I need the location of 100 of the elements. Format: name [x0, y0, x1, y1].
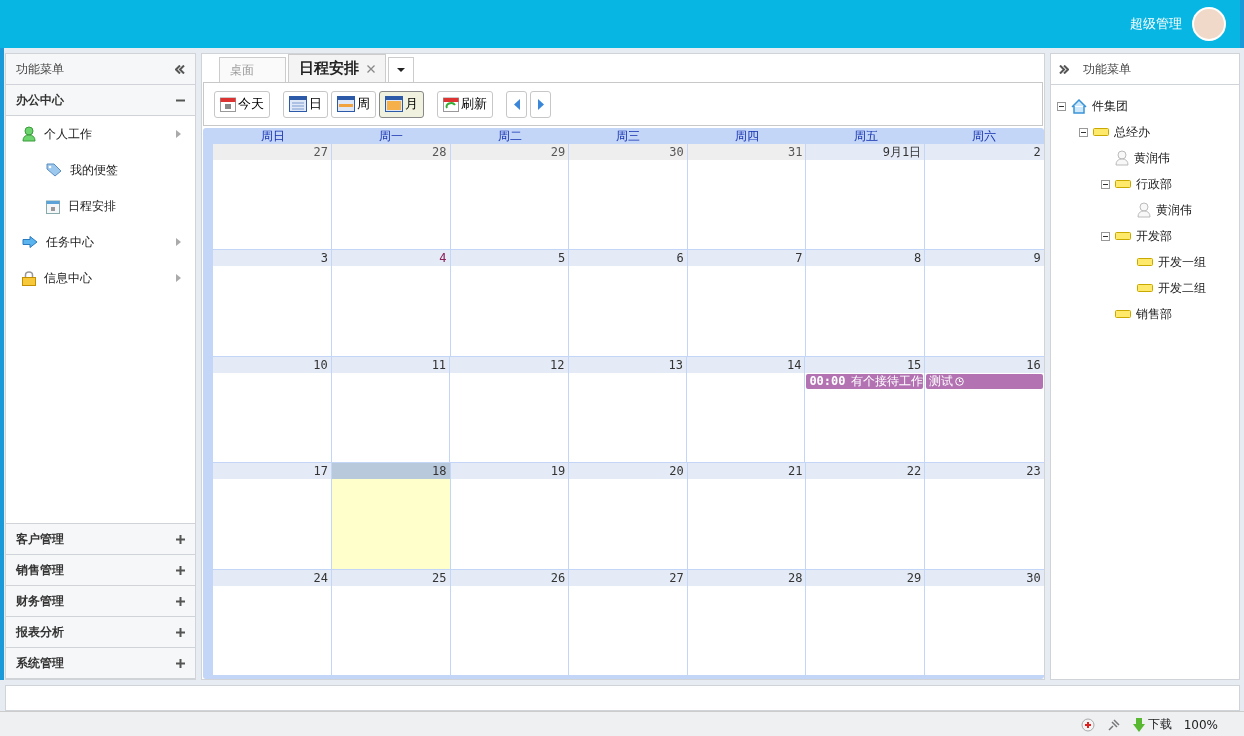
day-cell[interactable]: 13 — [568, 356, 687, 463]
day-cell[interactable]: 24 — [213, 569, 332, 675]
day-number: 6 — [569, 250, 687, 267]
day-number: 4 — [331, 250, 450, 267]
section-header[interactable]: 财务管理 — [16, 592, 64, 610]
folder-icon — [1136, 284, 1153, 292]
tree-item[interactable]: 开发二组 — [1157, 279, 1206, 297]
folder-icon — [1092, 128, 1109, 136]
expand-icon[interactable] — [1058, 64, 1069, 74]
calendar-grid-icon — [337, 96, 356, 112]
day-cell[interactable]: 28 — [687, 569, 807, 675]
toolbar-button[interactable]: 今天 — [214, 90, 271, 118]
section-header[interactable]: 销售管理 — [16, 561, 64, 579]
day-cell[interactable]: 6 — [569, 250, 688, 356]
plus-icon[interactable] — [176, 596, 186, 606]
day-number: 23 — [925, 463, 1044, 480]
tree-item[interactable]: 总经办 — [1113, 123, 1150, 141]
day-cell[interactable]: 9 — [925, 250, 1044, 356]
nav-item[interactable]: 日程安排 — [68, 197, 116, 215]
collapse-toggle-icon[interactable] — [1056, 101, 1066, 111]
day-cell[interactable]: 3 — [213, 250, 332, 356]
day-cell[interactable]: 19 — [450, 463, 570, 569]
day-number: 7 — [687, 250, 806, 267]
day-cell[interactable]: 20 — [569, 463, 688, 569]
caret-icon — [397, 68, 406, 72]
section-header[interactable]: 办公中心 — [16, 91, 64, 109]
day-cell[interactable]: 18 — [331, 463, 451, 569]
tree-item[interactable]: 开发一组 — [1157, 253, 1206, 271]
toolbar-button[interactable]: 刷新 — [437, 90, 494, 118]
day-cell[interactable]: 16 测试 — [925, 356, 1044, 463]
day-cell[interactable]: 28 — [331, 144, 451, 250]
tree-item[interactable]: 黄润伟 — [1133, 149, 1170, 167]
toolbar-button[interactable]: 周 — [331, 90, 377, 118]
home-icon — [1070, 98, 1087, 114]
day-number: 31 — [687, 144, 806, 160]
section-header[interactable]: 客户管理 — [16, 530, 64, 548]
section-header[interactable]: 报表分析 — [16, 623, 64, 641]
collapse-toggle-icon[interactable] — [1100, 231, 1110, 241]
day-cell[interactable]: 26 — [450, 569, 570, 675]
refresh-icon — [443, 96, 460, 112]
tree-item[interactable]: 件集团 — [1091, 97, 1128, 115]
plus-icon[interactable] — [176, 534, 186, 544]
day-cell[interactable]: 11 — [331, 356, 451, 463]
day-cell[interactable]: 25 — [331, 569, 451, 675]
section-header[interactable]: 系统管理 — [16, 654, 64, 672]
day-cell[interactable]: 10 — [213, 356, 332, 463]
day-cell[interactable]: 9月1日 — [806, 144, 926, 250]
tree-item[interactable]: 行政部 — [1135, 175, 1172, 193]
nav-item[interactable]: 个人工作 — [44, 125, 169, 143]
tag-icon — [46, 163, 62, 177]
toolbar-button[interactable]: 日 — [283, 90, 329, 118]
previous-button[interactable] — [506, 90, 528, 118]
day-cell[interactable]: 17 — [213, 463, 332, 569]
close-icon[interactable] — [367, 64, 376, 73]
nav-item[interactable]: 我的便签 — [70, 161, 118, 179]
collapse-icon[interactable] — [175, 64, 186, 74]
toolbar-button[interactable]: 月 — [379, 90, 425, 118]
day-cell[interactable]: 27 — [213, 144, 332, 250]
plus-icon[interactable] — [176, 627, 186, 637]
day-number: 18 — [331, 463, 450, 480]
person-icon — [1114, 150, 1129, 166]
weekday-header: 周四 — [734, 128, 761, 144]
day-cell[interactable]: 7 — [687, 250, 807, 356]
tree-item[interactable]: 销售部 — [1135, 305, 1172, 323]
collapse-toggle-icon[interactable] — [1100, 179, 1110, 189]
day-cell[interactable]: 12 — [450, 356, 569, 463]
day-cell[interactable]: 21 — [687, 463, 807, 569]
day-cell[interactable]: 15 00:00 有个接待工作 — [805, 356, 926, 463]
day-cell[interactable]: 23 — [925, 463, 1044, 569]
day-cell[interactable]: 31 — [687, 144, 807, 250]
plus-icon[interactable] — [176, 565, 186, 575]
day-cell[interactable]: 27 — [569, 569, 688, 675]
day-cell[interactable]: 14 — [686, 356, 806, 463]
day-cell[interactable]: 5 — [450, 250, 570, 356]
zoom-level[interactable]: 100% — [1183, 717, 1218, 732]
download-label[interactable]: 下载 — [1147, 716, 1172, 733]
collapse-toggle-icon[interactable] — [1078, 127, 1088, 137]
weekday-header: 周五 — [852, 128, 879, 144]
tree-item[interactable]: 黄润伟 — [1155, 201, 1192, 219]
day-number: 5 — [450, 250, 569, 267]
tree-item[interactable]: 开发部 — [1135, 227, 1172, 245]
day-cell[interactable]: 4 — [331, 250, 451, 356]
day-number: 22 — [806, 463, 925, 480]
weekday-header: 周日 — [259, 128, 286, 144]
plus-icon[interactable] — [176, 658, 186, 668]
day-cell[interactable]: 22 — [806, 463, 926, 569]
day-cell[interactable]: 8 — [806, 250, 926, 356]
tab[interactable]: 日程安排 — [288, 54, 387, 82]
day-cell[interactable]: 29 — [450, 144, 570, 250]
day-cell[interactable]: 2 — [925, 144, 1044, 250]
nav-item[interactable]: 任务中心 — [46, 233, 169, 251]
day-cell[interactable]: 29 — [806, 569, 926, 675]
panel-title: 功能菜单 — [1082, 60, 1131, 78]
day-number: 8 — [806, 250, 925, 267]
day-number: 3 — [213, 250, 331, 267]
left-arrow-icon — [513, 98, 520, 110]
next-button[interactable] — [530, 90, 552, 118]
day-cell[interactable]: 30 — [569, 144, 688, 250]
nav-item[interactable]: 信息中心 — [44, 269, 169, 287]
tab-menu-button[interactable] — [388, 57, 415, 82]
